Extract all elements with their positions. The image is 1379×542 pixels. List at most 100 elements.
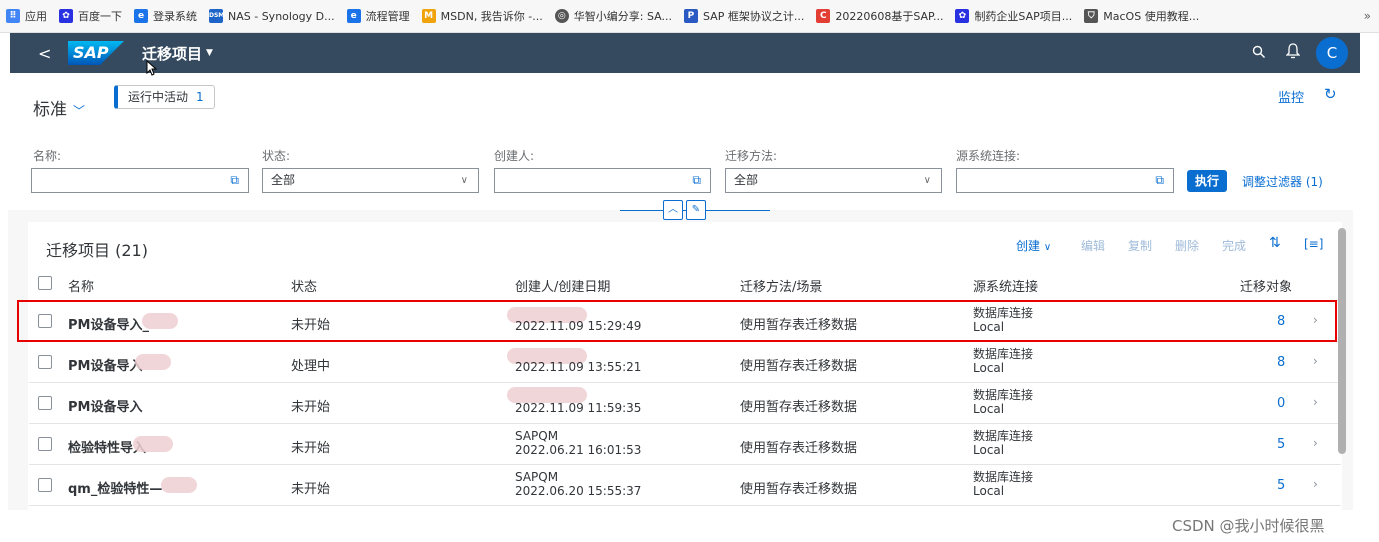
row-creator: SAPQM 2022.06.20 15:55:37 (515, 470, 641, 498)
row-creator-name: SAPQM (515, 429, 559, 443)
shield-icon: ⛉ (1084, 9, 1099, 23)
chevron-right-icon[interactable]: › (1313, 354, 1318, 368)
col-name[interactable]: 名称 (68, 276, 94, 295)
col-count[interactable]: 迁移对象 (1240, 276, 1292, 295)
row-count: 0 (1277, 396, 1286, 411)
row-conn: 数据库连接 Local (973, 470, 1033, 498)
row-conn-type: 数据库连接 (973, 429, 1034, 443)
select-all-checkbox[interactable] (38, 276, 52, 290)
collapse-header-icon[interactable]: ︿ (663, 200, 683, 220)
redaction-mark (135, 354, 171, 370)
value-help-icon[interactable]: ⧉ (692, 169, 701, 192)
table-row[interactable]: PM设备导入 未开始 2022.11.09 11:59:35 使用暂存表迁移数据… (29, 383, 1341, 424)
row-date: 2022.11.09 13:55:21 (515, 360, 642, 374)
row-checkbox[interactable] (38, 437, 52, 451)
notification-bell-icon[interactable] (1276, 43, 1310, 63)
create-button[interactable]: 创建 ∨ (1016, 237, 1051, 254)
bookmark-apps[interactable]: ⠿ 应用 (6, 8, 47, 24)
bookmark-sap-framework[interactable]: P SAP 框架协议之计... (683, 8, 804, 24)
table-row[interactable]: PM设备导入 处理中 2022.11.09 13:55:21 使用暂存表迁移数据… (29, 342, 1341, 383)
title-menu-caret-icon[interactable]: ▼ (206, 48, 213, 58)
col-status[interactable]: 状态 (291, 276, 317, 295)
redaction-mark (161, 477, 197, 493)
chevron-right-icon[interactable]: › (1313, 436, 1318, 450)
go-button[interactable]: 执行 (1187, 170, 1227, 192)
complete-button[interactable]: 完成 (1222, 237, 1246, 254)
row-conn-target: Local (973, 484, 1005, 498)
variant-label: 标准 (33, 100, 67, 120)
row-method: 使用暂存表迁移数据 (740, 359, 858, 374)
mouse-cursor-icon (146, 60, 158, 76)
row-conn-type: 数据库连接 (973, 470, 1034, 484)
row-count: 5 (1277, 478, 1286, 493)
search-icon[interactable] (1242, 44, 1276, 63)
bookmark-msdn[interactable]: M MSDN, 我告诉你 -... (421, 8, 543, 24)
bookmark-process[interactable]: e 流程管理 (346, 8, 410, 24)
row-checkbox[interactable] (38, 478, 52, 492)
highlight-box (17, 300, 1337, 342)
eke-logo-icon: e (346, 9, 361, 23)
bookmark-csdn[interactable]: C 20220608基于SAP... (816, 8, 943, 24)
bookmarks-more-button[interactable]: » (1364, 9, 1371, 23)
baidu-paw-icon: ✿ (955, 9, 970, 23)
eke-logo-icon: e (134, 9, 148, 23)
vertical-scrollbar[interactable] (1338, 228, 1346, 454)
delete-button[interactable]: 删除 (1175, 237, 1199, 254)
bookmark-login[interactable]: e 登录系统 (134, 8, 197, 24)
filter-method-value: 全部 (734, 173, 759, 187)
table-settings-icon[interactable]: [≡] (1304, 237, 1323, 251)
sap-logo-text: SAP (73, 43, 109, 62)
table-row[interactable]: 检验特性导入 未开始 SAPQM 2022.06.21 16:01:53 使用暂存… (29, 424, 1341, 465)
refresh-icon[interactable]: ↻ (1324, 85, 1337, 103)
table-title: 迁移项目 (21) (46, 241, 148, 260)
filter-creator-input[interactable]: ⧉ (494, 168, 711, 193)
chevron-right-icon[interactable]: › (1313, 477, 1318, 491)
adapt-filters-link[interactable]: 调整过滤器 (1) (1242, 173, 1323, 190)
col-creator[interactable]: 创建人/创建日期 (515, 276, 610, 295)
filter-name-input[interactable]: ⧉ (31, 168, 249, 193)
bookmark-pharma[interactable]: ✿ 制药企业SAP项目... (955, 8, 1072, 24)
chevron-down-icon: ∨ (923, 175, 931, 186)
filter-name-label: 名称: (33, 149, 62, 163)
variant-selector[interactable]: 标准 ﹀ (33, 95, 85, 120)
edit-button[interactable]: 编辑 (1081, 237, 1105, 254)
pin-header-icon[interactable]: ✎ (686, 200, 706, 220)
ps-icon: P (683, 9, 698, 23)
row-creator-name: SAPQM (515, 470, 559, 484)
bookmark-macos[interactable]: ⛉ MacOS 使用教程... (1084, 8, 1199, 24)
bookmark-baidu[interactable]: ✿ 百度一下 (59, 8, 122, 24)
redaction-mark (133, 436, 173, 452)
col-conn[interactable]: 源系统连接 (973, 276, 1038, 295)
row-checkbox[interactable] (38, 396, 52, 410)
monitor-link[interactable]: 监控 (1278, 87, 1304, 106)
row-creator: SAPQM 2022.06.21 16:01:53 (515, 429, 641, 457)
filter-conn-input[interactable]: ⧉ (956, 168, 1174, 193)
filter-method-select[interactable]: 全部 ∨ (725, 168, 942, 193)
filter-method-label: 迁移方法: (725, 149, 778, 163)
running-activity-token[interactable]: 运行中活动 1 (114, 85, 215, 109)
user-avatar[interactable]: C (1316, 37, 1348, 69)
sort-icon[interactable]: ⇅ (1269, 235, 1281, 251)
row-checkbox[interactable] (38, 355, 52, 369)
bookmark-huazhi[interactable]: ◎ 华智小编分享: SA... (554, 8, 672, 24)
shell-bar: < SAP 迁移项目 ▼ C (10, 33, 1360, 73)
chevron-down-icon: ∨ (1043, 242, 1052, 253)
filter-conn-label: 源系统连接: (956, 149, 1021, 163)
back-button[interactable]: < (38, 44, 64, 63)
row-count: 5 (1277, 437, 1286, 452)
col-method[interactable]: 迁移方法/场景 (740, 276, 822, 295)
filter-status-select[interactable]: 全部 ∨ (262, 168, 479, 193)
globe-icon: ◎ (554, 9, 569, 23)
table-row[interactable]: qm_检验特性— 未开始 SAPQM 2022.06.20 15:55:37 使用… (29, 465, 1341, 506)
copy-button[interactable]: 复制 (1128, 237, 1152, 254)
bookmark-nas[interactable]: DSM NAS - Synology D... (209, 9, 335, 23)
create-label: 创建 (1016, 239, 1041, 253)
row-conn-target: Local (973, 361, 1005, 375)
value-help-icon[interactable]: ⧉ (1155, 169, 1164, 192)
chevron-right-icon[interactable]: › (1313, 395, 1318, 409)
row-conn: 数据库连接 Local (973, 429, 1033, 457)
sap-logo[interactable]: SAP (68, 41, 124, 65)
value-help-icon[interactable]: ⧉ (230, 169, 239, 192)
row-conn-target: Local (973, 402, 1005, 416)
row-name: PM设备导入 (68, 359, 143, 374)
